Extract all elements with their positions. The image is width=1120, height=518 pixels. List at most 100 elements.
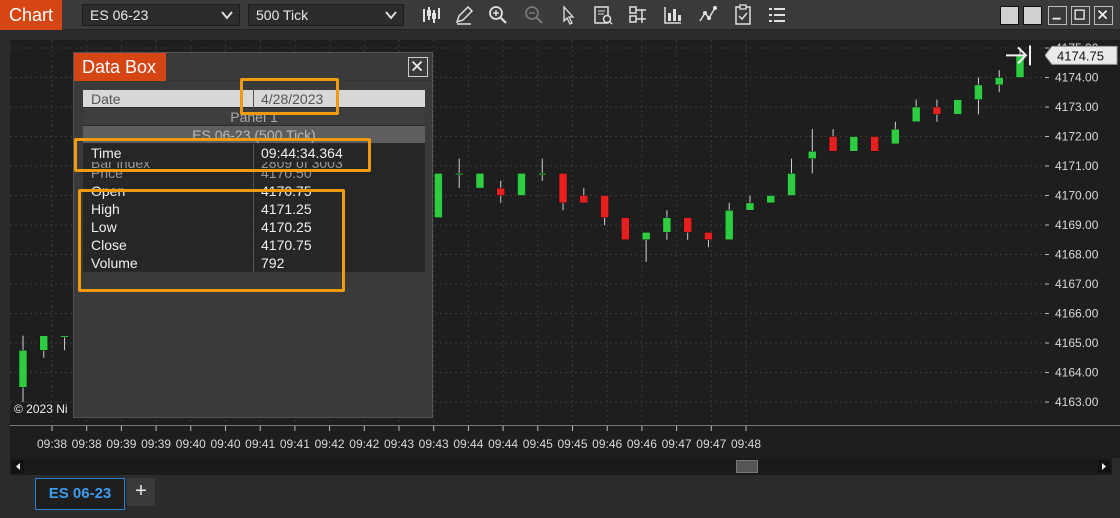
close-icon[interactable]	[408, 57, 428, 77]
add-tab-button[interactable]: +	[127, 478, 155, 506]
candle[interactable]	[641, 232, 651, 262]
price-tick-label: 4163.00	[1055, 395, 1099, 409]
date-highlight-box	[240, 78, 339, 115]
candle-body	[18, 350, 28, 388]
instrument-selector-value: ES 06-23	[90, 7, 149, 23]
candle[interactable]	[579, 188, 589, 204]
tab-es-06-23[interactable]: ES 06-23	[35, 478, 125, 510]
scroll-thumb[interactable]	[736, 460, 758, 473]
data-box-titlebar[interactable]	[166, 53, 432, 81]
price-axis-labels: 4175.004174.004173.004172.004171.004170.…	[1044, 41, 1118, 409]
candle-body	[662, 217, 672, 233]
time-tick-label: 09:46	[592, 437, 622, 451]
indicators-icon[interactable]	[697, 4, 719, 26]
price-axis[interactable]: 4175.004174.004173.004172.004171.004170.…	[1044, 40, 1120, 425]
candle[interactable]	[704, 232, 713, 248]
candle[interactable]	[683, 217, 692, 240]
candle[interactable]	[849, 136, 859, 152]
candle-body	[891, 128, 900, 145]
candle-body	[39, 335, 49, 351]
time-tick-label: 09:38	[37, 437, 67, 451]
copyright-notice: © 2023 Ni	[14, 402, 68, 416]
candle-body	[600, 195, 609, 218]
last-price-label: 4174.75	[1057, 48, 1104, 63]
candle-body	[766, 195, 775, 204]
zoom-in-icon[interactable]	[487, 4, 509, 26]
candle-body	[828, 136, 838, 152]
chart-window-tab[interactable]: Chart	[0, 0, 62, 30]
candle[interactable]	[517, 173, 526, 196]
scroll-left-arrow[interactable]	[12, 460, 24, 473]
candle[interactable]	[953, 99, 962, 115]
candle[interactable]	[662, 210, 672, 240]
candle-body	[621, 217, 630, 240]
candle[interactable]	[496, 180, 505, 203]
chevron-down-icon	[385, 11, 397, 20]
candle[interactable]	[434, 173, 443, 218]
minimize-icon[interactable]	[1048, 6, 1067, 25]
time-highlight-box	[74, 138, 371, 172]
time-tick-label: 09:46	[627, 437, 657, 451]
candle[interactable]	[475, 173, 485, 189]
candle-body	[974, 84, 983, 100]
time-tick-label: 09:44	[488, 437, 518, 451]
close-icon[interactable]	[1094, 6, 1113, 25]
candle[interactable]	[18, 335, 28, 402]
candle[interactable]	[454, 158, 464, 189]
templates-icon[interactable]	[627, 4, 649, 26]
candle-body	[434, 173, 443, 218]
candle[interactable]	[39, 335, 49, 358]
candle-body	[953, 99, 962, 115]
tile-window-icon[interactable]	[1000, 6, 1019, 25]
candle[interactable]	[766, 195, 775, 204]
chart-properties-icon[interactable]	[732, 4, 754, 26]
row-label: Date	[91, 91, 121, 107]
interval-selector[interactable]: 500 Tick	[248, 4, 404, 26]
candle[interactable]	[724, 202, 734, 240]
candle[interactable]	[911, 99, 921, 122]
candle[interactable]	[974, 77, 983, 115]
candle[interactable]	[994, 70, 1004, 93]
candle[interactable]	[787, 158, 796, 196]
candle[interactable]	[828, 129, 838, 152]
time-axis[interactable]: 09:38 09:38 09:39 09:39 09:40 09:40 09:41 09:41…	[10, 425, 1120, 458]
list-icon[interactable]	[766, 4, 788, 26]
candle[interactable]	[538, 158, 547, 181]
restore-window-icon[interactable]	[1023, 6, 1042, 25]
candle[interactable]	[932, 99, 942, 122]
candle[interactable]	[808, 129, 817, 174]
candle-body	[808, 151, 817, 159]
ohlcv-highlight-box	[78, 189, 345, 292]
candle-body	[745, 202, 755, 211]
candle-body	[870, 136, 879, 152]
zoom-out-icon[interactable]	[523, 4, 545, 26]
data-box-icon[interactable]	[592, 4, 614, 26]
price-tick-label: 4171.00	[1055, 159, 1099, 173]
price-tick-label: 4172.00	[1055, 130, 1099, 144]
price-tick-label: 4173.00	[1055, 100, 1099, 114]
time-axis-labels: 09:38 09:38 09:39 09:39 09:40 09:40 09:41 09:41…	[37, 426, 761, 451]
interval-selector-value: 500 Tick	[256, 7, 309, 23]
instrument-selector[interactable]: ES 06-23	[82, 4, 240, 26]
candle[interactable]	[870, 136, 879, 152]
strategies-icon[interactable]	[662, 4, 684, 26]
price-tick-label: 4167.00	[1055, 277, 1099, 291]
drawing-tools-icon[interactable]	[453, 4, 475, 26]
candle[interactable]	[621, 217, 630, 240]
candle[interactable]	[891, 121, 900, 145]
candle[interactable]	[558, 173, 568, 211]
horizontal-scrollbar[interactable]	[10, 458, 1112, 475]
maximize-icon[interactable]	[1071, 6, 1090, 25]
candle-body	[579, 195, 589, 204]
candle-body	[787, 173, 796, 196]
price-tick-label: 4169.00	[1055, 218, 1099, 232]
candle-body	[704, 232, 713, 240]
time-tick-label: 09:38	[72, 437, 102, 451]
candle-body	[475, 173, 485, 189]
bars-type-icon[interactable]	[420, 4, 442, 26]
row-value: 4170.50	[261, 172, 312, 181]
scroll-right-arrow[interactable]	[1098, 460, 1110, 473]
candle-body	[517, 173, 526, 196]
candle[interactable]	[745, 195, 755, 211]
pointer-icon[interactable]	[558, 4, 580, 26]
